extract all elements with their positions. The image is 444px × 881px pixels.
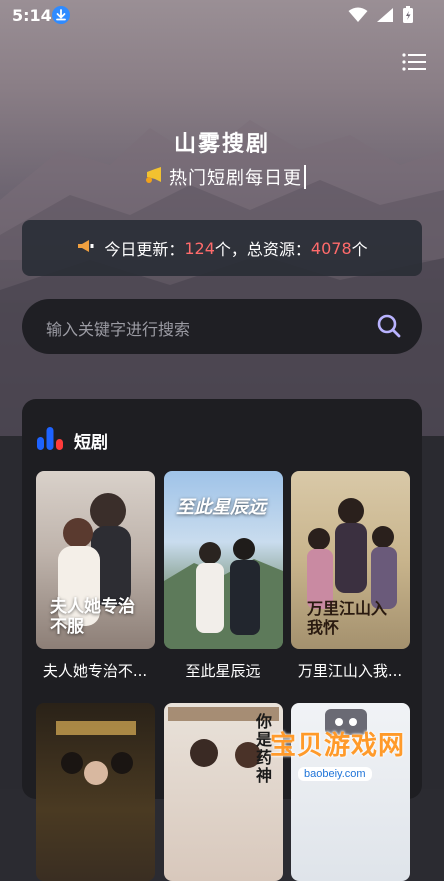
drama-title-1[interactable]: 夫人她专治不... xyxy=(33,660,157,681)
announcement-icon xyxy=(145,165,165,190)
drama-poster-5[interactable]: 你是药神 xyxy=(164,703,283,881)
watermark-text: 宝贝游戏网 xyxy=(270,731,406,761)
drama-poster-1[interactable]: 夫人她专治不服 xyxy=(36,471,155,649)
tagline: 热门短剧每日更 xyxy=(145,164,306,190)
search-icon[interactable] xyxy=(376,313,402,339)
poster-3-text: 万里江山入我怀 xyxy=(307,599,388,637)
battery-icon xyxy=(402,6,414,28)
app-title: 山雾搜剧 xyxy=(173,132,270,157)
megaphone-icon xyxy=(76,238,96,258)
update-mid: 个，总资源： xyxy=(214,240,311,259)
drama-title-3[interactable]: 万里江山入我... xyxy=(288,660,412,681)
search-placeholder: 输入关键字进行搜索 xyxy=(46,320,191,339)
poster-2-text: 至此星辰远 xyxy=(176,497,266,518)
drama-poster-4[interactable] xyxy=(36,703,155,881)
drama-poster-3[interactable]: 万里江山入我怀 xyxy=(291,471,410,649)
text-cursor xyxy=(304,165,306,189)
signal-icon xyxy=(376,7,394,27)
menu-icon[interactable] xyxy=(402,52,426,72)
wifi-icon xyxy=(348,7,368,27)
section-title: 短剧 xyxy=(74,433,108,453)
watermark: 宝贝游戏网 baobeiy.com xyxy=(270,725,405,781)
status-time: 5:14 xyxy=(12,6,52,25)
drama-title-2[interactable]: 至此星辰远 xyxy=(161,660,285,681)
total-resource-count: 4078 xyxy=(310,238,352,258)
drama-poster-2[interactable]: 至此星辰远 xyxy=(164,471,283,649)
update-prefix: 今日更新： xyxy=(104,240,185,259)
tagline-text: 热门短剧每日更 xyxy=(169,168,302,189)
today-update-count: 124 xyxy=(184,238,215,258)
bar-chart-icon xyxy=(36,425,64,456)
search-input[interactable]: 输入关键字进行搜索 xyxy=(22,299,422,354)
update-stats-banner: 今日更新： 124 个，总资源： 4078 个 xyxy=(22,220,422,276)
watermark-url: baobeiy.com xyxy=(298,767,372,781)
update-suffix: 个 xyxy=(351,240,368,259)
status-bar: 5:14 xyxy=(0,0,444,32)
hero-background xyxy=(0,0,444,436)
download-notification-icon xyxy=(52,6,70,24)
poster-1-text: 夫人她专治不服 xyxy=(50,597,135,637)
section-header: 短剧 xyxy=(36,425,108,456)
